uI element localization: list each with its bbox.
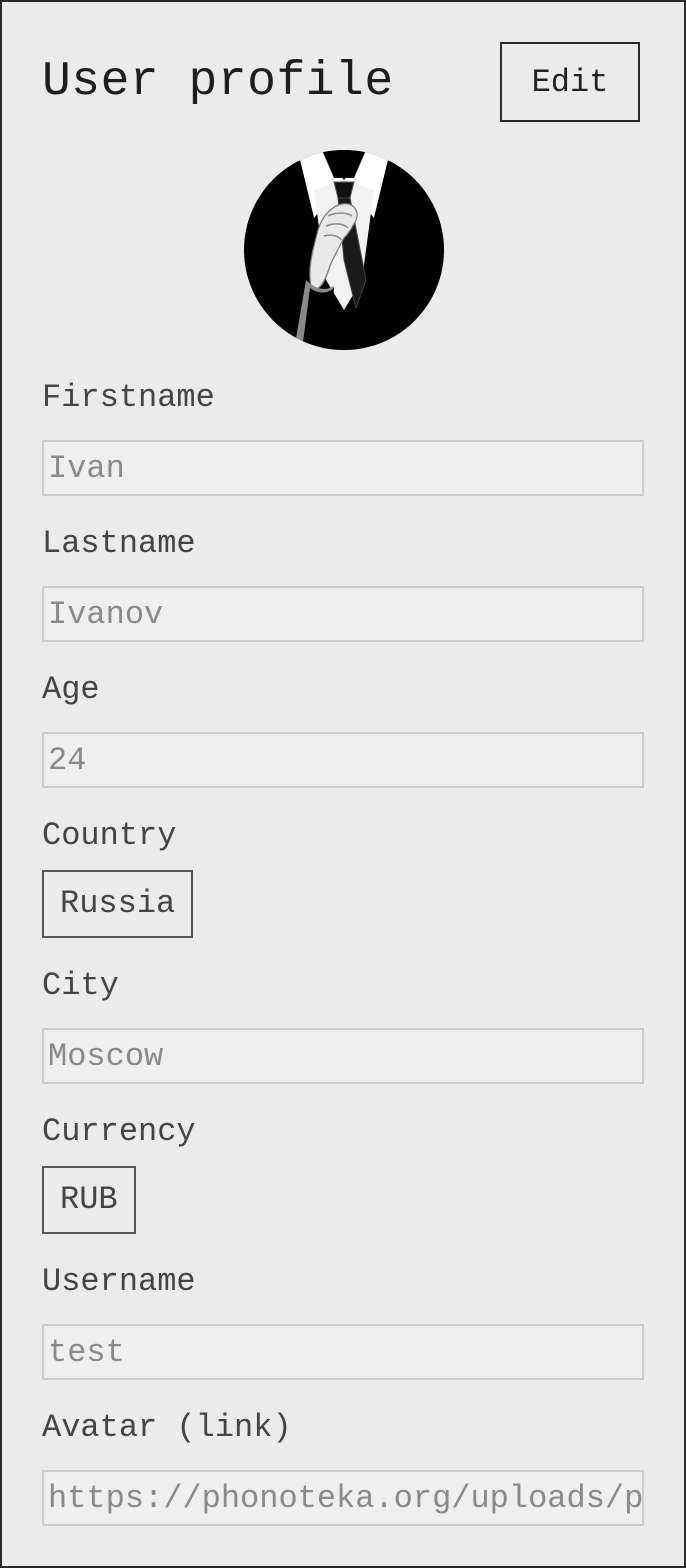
currency-select[interactable]: RUB xyxy=(42,1166,136,1234)
age-input[interactable] xyxy=(44,734,642,786)
age-label: Age xyxy=(42,671,100,708)
avatar-link-input[interactable] xyxy=(44,1472,642,1524)
username-label: Username xyxy=(42,1263,196,1300)
edit-button[interactable]: Edit xyxy=(500,42,640,122)
firstname-input[interactable] xyxy=(44,442,642,494)
country-label: Country xyxy=(42,817,177,854)
currency-label: Currency xyxy=(42,1113,196,1150)
city-label: City xyxy=(42,967,119,1004)
avatar-link-field[interactable] xyxy=(42,1470,644,1526)
city-field[interactable] xyxy=(42,1028,644,1084)
firstname-field[interactable] xyxy=(42,440,644,496)
username-input[interactable] xyxy=(44,1326,642,1378)
user-profile-card: User profile Edit Firstname Ivan Lastnam… xyxy=(0,0,686,1568)
city-input[interactable] xyxy=(44,1030,642,1082)
avatar-link-label: Avatar (link) xyxy=(42,1409,292,1446)
lastname-input[interactable] xyxy=(44,588,642,640)
username-field[interactable] xyxy=(42,1324,644,1380)
firstname-label: Firstname xyxy=(42,379,215,416)
age-field[interactable] xyxy=(42,732,644,788)
page-title: User profile xyxy=(42,55,394,109)
lastname-label: Lastname xyxy=(42,525,196,562)
country-select[interactable]: Russia xyxy=(42,870,194,938)
lastname-field[interactable] xyxy=(42,586,644,642)
user-avatar-suit-icon xyxy=(244,150,444,350)
